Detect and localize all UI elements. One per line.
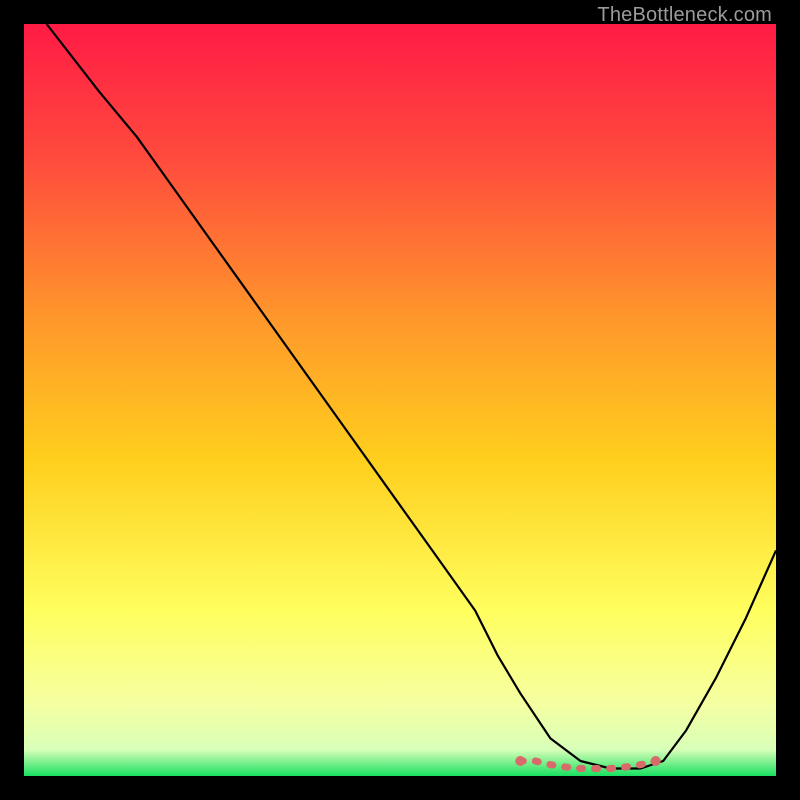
chart-frame <box>24 24 776 776</box>
chart-plot <box>24 24 776 776</box>
series-highlight-band-endpoint <box>515 756 525 766</box>
watermark-text: TheBottleneck.com <box>597 4 772 27</box>
series-highlight-band-endpoint <box>651 756 661 766</box>
